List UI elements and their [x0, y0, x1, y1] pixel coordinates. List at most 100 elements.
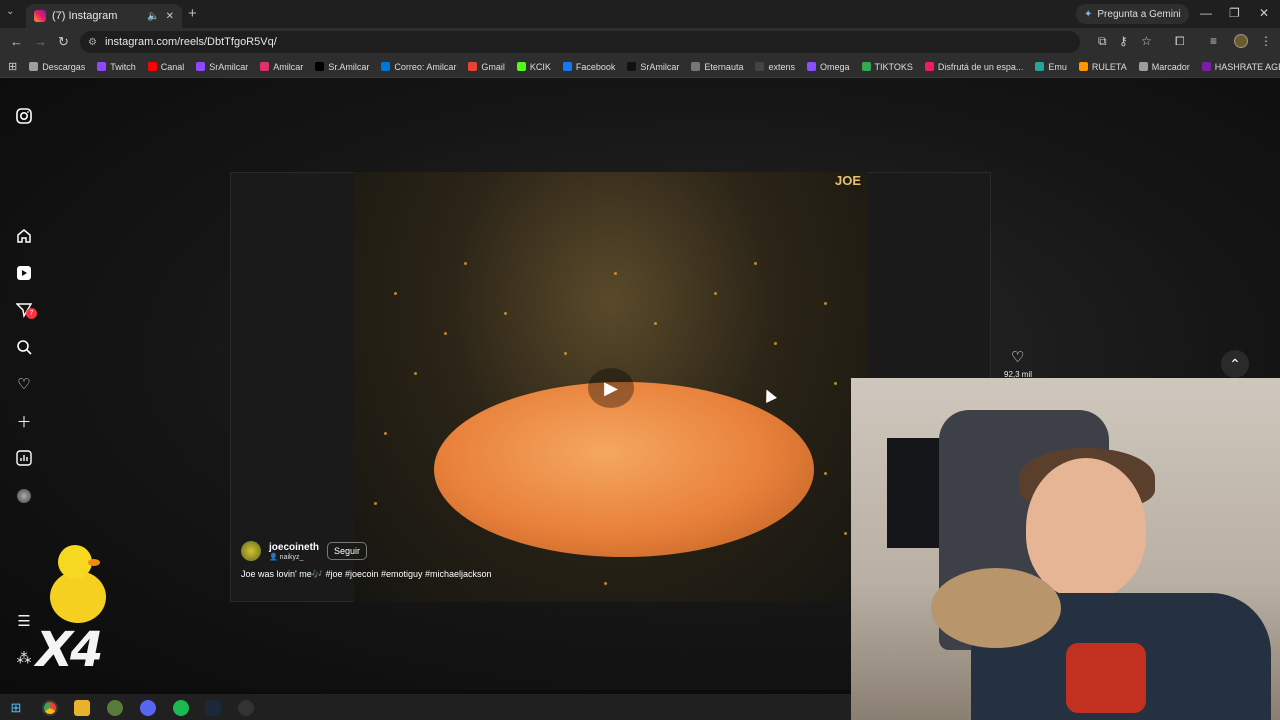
obs-icon[interactable] — [238, 700, 254, 716]
duck-overlay-image — [44, 545, 106, 625]
bookmark-item[interactable]: Marcador — [1138, 62, 1190, 72]
author-username[interactable]: joecoineth — [269, 542, 319, 553]
webcam-overlay — [851, 378, 1280, 720]
file-explorer-icon[interactable] — [74, 700, 90, 716]
spotify-icon[interactable] — [173, 700, 189, 716]
speaker-icon[interactable]: 🔈 — [147, 11, 159, 22]
tab-search-icon[interactable]: ⌄ — [6, 6, 14, 17]
minimize-icon[interactable]: — — [1200, 6, 1212, 20]
bookmark-label: Facebook — [575, 61, 616, 72]
person-icon: 👤 — [269, 553, 278, 561]
bookmark-favicon-icon — [468, 62, 478, 71]
bookmark-label: Canal — [160, 61, 185, 72]
app-icon[interactable] — [107, 700, 123, 716]
joe-watermark: JOE — [835, 173, 862, 188]
install-app-icon[interactable]: ⧉ — [1098, 34, 1107, 49]
restore-icon[interactable]: ❐ — [1229, 6, 1240, 20]
like-heart-icon[interactable]: ♡ — [1011, 348, 1024, 366]
reload-icon[interactable]: ↻ — [58, 34, 69, 50]
create-plus-icon[interactable]: ＋ — [14, 411, 34, 431]
bookmark-favicon-icon — [260, 62, 270, 71]
notifications-heart-icon[interactable]: ♡ — [14, 374, 34, 394]
bookmark-favicon-icon — [97, 62, 107, 71]
reels-icon[interactable] — [14, 263, 34, 283]
bookmark-label: extens — [768, 61, 795, 72]
windows-start-icon[interactable]: ⊞ — [8, 700, 24, 716]
bookmark-item[interactable]: SrAmilcar — [196, 62, 248, 72]
bookmark-item[interactable]: Canal — [147, 61, 185, 72]
bookmark-item[interactable]: Gmail — [468, 62, 505, 72]
bookmark-item[interactable]: Amilcar — [260, 62, 303, 72]
gemini-button[interactable]: ✦ Pregunta a Gemini — [1076, 4, 1189, 24]
gemini-icon: ✦ — [1084, 8, 1093, 20]
instagram-favicon-icon — [34, 10, 46, 22]
bookmark-item[interactable]: Emu — [1035, 62, 1067, 72]
apps-grid-icon[interactable]: ⊞ — [8, 60, 17, 73]
bookmark-favicon-icon — [381, 62, 391, 71]
discord-icon[interactable] — [140, 700, 156, 716]
dashboard-icon[interactable] — [14, 448, 34, 468]
multiplier-overlay: X4 — [36, 622, 103, 678]
profile-avatar-icon[interactable] — [14, 486, 34, 506]
bookmark-item[interactable]: Sr.Amilcar — [315, 62, 369, 72]
bookmark-favicon-icon — [1078, 62, 1088, 71]
search-icon[interactable] — [14, 337, 34, 357]
close-tab-icon[interactable]: ✕ — [166, 11, 174, 22]
previous-reel-chevron-up-icon[interactable]: ⌃ — [1221, 350, 1249, 378]
bookmark-label: Gmail — [481, 61, 505, 72]
also-from-meta-icon[interactable]: ⁂ — [14, 648, 34, 668]
back-icon[interactable]: ← — [10, 34, 23, 49]
bookmark-item[interactable]: Correo: Amilcar — [381, 62, 456, 72]
bookmark-label: TIKTOKS — [874, 61, 913, 72]
bookmark-item[interactable]: extens — [755, 62, 795, 72]
bookmark-favicon-icon — [29, 62, 39, 71]
bookmark-item[interactable]: SrAmilcar — [627, 62, 679, 72]
author-subname: 👤 naikyz_ — [269, 553, 319, 561]
play-icon[interactable]: ▶ — [588, 368, 634, 408]
bookmark-item[interactable]: RULETA — [1078, 62, 1127, 72]
tab-title: (7) Instagram — [52, 10, 118, 22]
close-window-icon[interactable]: ✕ — [1259, 6, 1269, 20]
media-control-icon[interactable]: ≡ — [1210, 34, 1217, 48]
bookmark-label: Omega — [819, 61, 850, 72]
bookmark-label: Eternauta — [704, 61, 744, 72]
bookmark-item[interactable]: Omega — [806, 61, 850, 72]
steam-icon[interactable] — [205, 700, 221, 716]
bookmark-item[interactable]: KCIK — [516, 62, 551, 72]
tab-instagram[interactable]: (7) Instagram 🔈 ✕ — [26, 4, 182, 28]
new-tab-button[interactable]: + — [188, 5, 197, 22]
bookmark-item[interactable]: Disfrutá de un espa... — [924, 61, 1024, 72]
bookmark-label: Disfrutá de un espa... — [937, 61, 1024, 72]
profile-avatar[interactable] — [1234, 34, 1248, 48]
bookmark-item[interactable]: Facebook — [562, 61, 616, 72]
author-avatar[interactable] — [241, 541, 261, 561]
bookmark-item[interactable]: Eternauta — [691, 62, 743, 72]
bookmark-favicon-icon — [516, 62, 526, 71]
extensions-icon[interactable]: ⧠ — [1175, 34, 1185, 49]
bookmark-label: Descargas — [42, 61, 86, 72]
bookmark-star-icon[interactable]: ☆ — [1141, 34, 1152, 48]
bookmark-item[interactable]: TIKTOKS — [861, 61, 913, 72]
bookmark-favicon-icon — [147, 62, 157, 71]
reel-author: joecoineth 👤 naikyz_ Seguir — [241, 541, 368, 561]
bookmark-favicon-icon — [755, 62, 765, 71]
bookmark-item[interactable]: Twitch — [97, 62, 136, 72]
bookmark-favicon-icon — [806, 62, 816, 71]
bookmark-item[interactable]: HASHRATE AGENCY — [1201, 62, 1280, 72]
password-key-icon[interactable]: ⚷ — [1119, 34, 1128, 48]
forward-icon[interactable]: → — [34, 34, 47, 49]
site-info-icon[interactable]: ⚙ — [88, 37, 97, 48]
follow-button[interactable]: Seguir — [327, 542, 368, 560]
browser-toolbar: ← → ↻ ⚙ instagram.com/reels/DbtTfgoR5Vq/… — [0, 28, 1280, 56]
bookmark-label: Emu — [1048, 61, 1067, 72]
instagram-logo-icon[interactable] — [14, 106, 34, 126]
browser-menu-icon[interactable]: ⋮ — [1260, 34, 1272, 48]
bookmark-label: SrAmilcar — [640, 61, 680, 72]
address-bar[interactable]: ⚙ instagram.com/reels/DbtTfgoR5Vq/ — [80, 31, 1080, 53]
home-icon[interactable] — [14, 226, 34, 246]
chrome-icon[interactable] — [42, 700, 58, 716]
bookmark-item[interactable]: Descargas — [29, 62, 85, 72]
capybara-plush — [931, 568, 1061, 648]
more-menu-icon[interactable]: ☰ — [14, 611, 34, 631]
bookmark-favicon-icon — [861, 62, 871, 71]
